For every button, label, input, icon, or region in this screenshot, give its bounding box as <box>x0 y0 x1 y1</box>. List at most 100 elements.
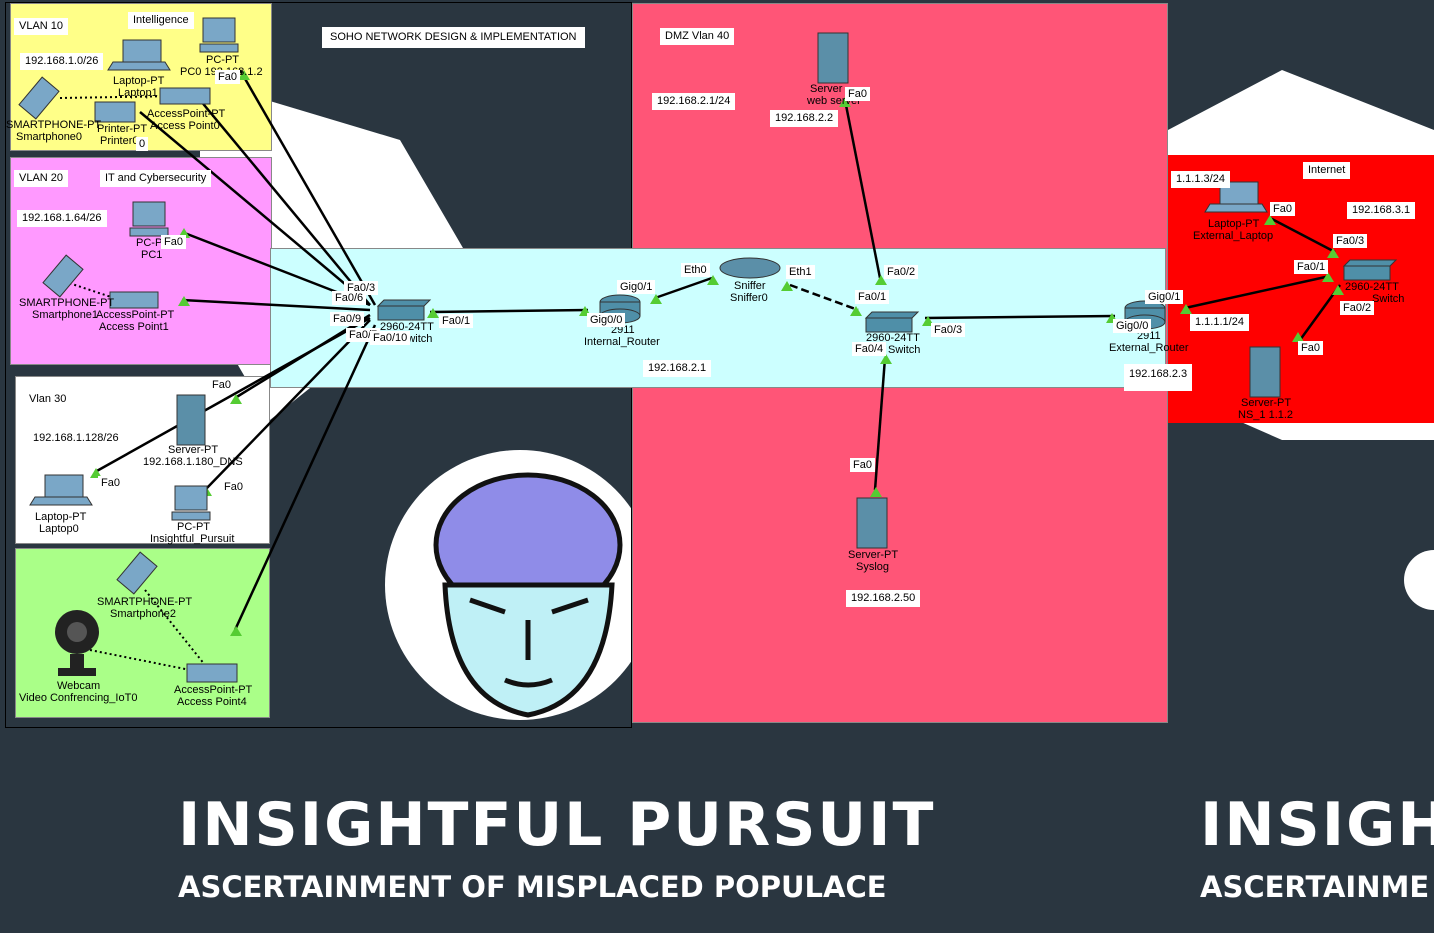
dns-server-name: 192.168.1.180_DNS <box>143 456 243 468</box>
inet-switch-type: 2960-24TT <box>1345 281 1399 293</box>
dns-server-type: Server-PT <box>168 444 219 456</box>
vlan20-subnet: 192.168.1.64/26 <box>17 210 107 227</box>
smartphone0-type: SMARTPHONE-PT <box>6 119 102 131</box>
port-label: Fa0/6 <box>332 291 367 305</box>
webcam-name: Video Confrencing_IoT0 <box>19 692 138 704</box>
vlan10-subnet: 192.168.1.0/26 <box>20 53 104 70</box>
sniffer-name: Sniffer0 <box>730 292 768 304</box>
diagram-title: SOHO NETWORK DESIGN & IMPLEMENTATION <box>322 27 585 48</box>
router-ip: 192.168.2.1 <box>643 360 712 377</box>
port-label: Fa0/3 <box>1333 234 1368 248</box>
syslog-ip: 192.168.2.50 <box>846 590 921 607</box>
ap4-type: AccessPoint-PT <box>174 684 253 696</box>
vlan30-name: Vlan 30 <box>24 391 72 408</box>
switch-icon <box>864 311 920 333</box>
sniffer-icon <box>719 257 781 279</box>
pc0-type: PC-PT <box>206 54 239 66</box>
sniffer-type: Sniffer <box>734 280 766 292</box>
port-label: Fa0/2 <box>1340 301 1375 315</box>
port-label: Gig0/0 <box>587 313 626 327</box>
port-label: Fa0 <box>98 476 123 490</box>
port-label: Gig0/1 <box>617 280 656 294</box>
smartphone-icon <box>42 254 84 298</box>
ap4-name: Access Point4 <box>177 696 247 708</box>
internet-subnet: 192.168.3.1 <box>1347 202 1416 219</box>
headline: INSIGHTFUL PURSUIT <box>178 790 936 860</box>
internet-name: Internet <box>1303 162 1351 179</box>
ext-laptop-name: External_Laptop <box>1193 230 1274 242</box>
laptop-icon <box>107 39 171 71</box>
dmz-name: DMZ Vlan 40 <box>660 28 735 45</box>
ap0-type: AccessPoint-PT <box>147 108 226 120</box>
syslog-type: Server-PT <box>848 549 899 561</box>
port-label: Fa0 <box>221 480 246 494</box>
internal-router-name: Internal_Router <box>584 336 660 348</box>
port-label: Fa0 <box>845 87 870 101</box>
port-label: Gig0/1 <box>1145 290 1184 304</box>
smartphone-icon <box>18 76 60 120</box>
pc-ip-type: PC-PT <box>177 521 210 533</box>
port-label: Gig0/0 <box>1113 319 1152 333</box>
port-label: Fa0/1 <box>1294 260 1329 274</box>
server-icon <box>817 32 849 84</box>
vlan20-name: VLAN 20 <box>14 170 69 187</box>
ap1-type: AccessPoint-PT <box>96 309 175 321</box>
ext-laptop-ip: 1.1.1.3/24 <box>1171 171 1230 188</box>
access-point-icon <box>109 291 159 309</box>
port-label: Fa0/2 <box>884 265 919 279</box>
switch-icon <box>1342 259 1398 281</box>
laptop1-name: Laptop1 <box>118 87 158 99</box>
port-label: Fa0 <box>161 235 186 249</box>
webcam-icon <box>55 610 99 676</box>
port-label: Fa0/9 <box>330 312 365 326</box>
port-label: Fa0 <box>209 378 234 392</box>
vlan10-name: VLAN 10 <box>14 18 69 35</box>
dmz-switch-name: Switch <box>888 344 921 356</box>
access-point-icon <box>186 663 238 683</box>
port-label: Eth1 <box>786 265 815 279</box>
pc-icon <box>129 201 169 237</box>
inet-switch-name: Switch <box>1372 293 1405 305</box>
pc-icon <box>199 17 239 53</box>
printer0-type: Printer-PT <box>97 123 148 135</box>
ext-router-ip: 192.168.2.3 <box>1124 364 1193 391</box>
server-icon <box>1249 346 1281 398</box>
pc-icon <box>171 485 211 521</box>
pc-ip-name: Insightful_Pursuit <box>150 533 235 545</box>
ns-server-name: NS_1 1.1.2 <box>1238 409 1294 421</box>
port-label: Fa0/1 <box>855 290 890 304</box>
port-label: Fa0/3 <box>931 323 966 337</box>
port-label: Fa0 <box>215 70 240 84</box>
port-label: Fa0 <box>850 458 875 472</box>
vlan20-dept: IT and Cybersecurity <box>100 170 212 187</box>
headline-clipped: INSIGHT <box>1200 790 1434 860</box>
ns-server-type: Server-PT <box>1241 397 1292 409</box>
dmz-subnet: 192.168.2.1/24 <box>652 93 736 110</box>
smartphone2-type: SMARTPHONE-PT <box>97 596 193 608</box>
port-label: Fa0/10 <box>370 331 411 345</box>
smartphone2-name: Smartphone2 <box>110 608 177 620</box>
ap1-name: Access Point1 <box>99 321 169 333</box>
laptop1-type: Laptop-PT <box>113 75 165 87</box>
server-icon <box>176 394 206 446</box>
web-server-ip: 192.168.2.2 <box>770 110 839 127</box>
syslog-name: Syslog <box>856 561 890 573</box>
port-label: Fa0 <box>1298 341 1323 355</box>
tagline-clipped: ASCERTAINME <box>1200 870 1430 904</box>
webcam-type: Webcam <box>57 680 101 692</box>
laptop-icon <box>29 474 93 506</box>
smartphone-icon <box>116 551 158 595</box>
web-server-type: Server <box>810 83 843 95</box>
vlan10-dept: Intelligence <box>128 12 194 29</box>
server-icon <box>856 497 888 549</box>
pc1-name: PC1 <box>141 249 163 261</box>
printer0-name: Printer0 <box>100 135 139 147</box>
vlan30-subnet: 192.168.1.128/26 <box>28 430 124 447</box>
external-router-name: External_Router <box>1109 342 1189 354</box>
port-label: Fa0 <box>1270 202 1295 216</box>
port-label: Fa0/1 <box>439 314 474 328</box>
laptop0-name: Laptop0 <box>39 523 79 535</box>
smartphone1-name: Smartphone1 <box>32 309 99 321</box>
laptop0-type: Laptop-PT <box>35 511 87 523</box>
ext-laptop-type: Laptop-PT <box>1208 218 1260 230</box>
